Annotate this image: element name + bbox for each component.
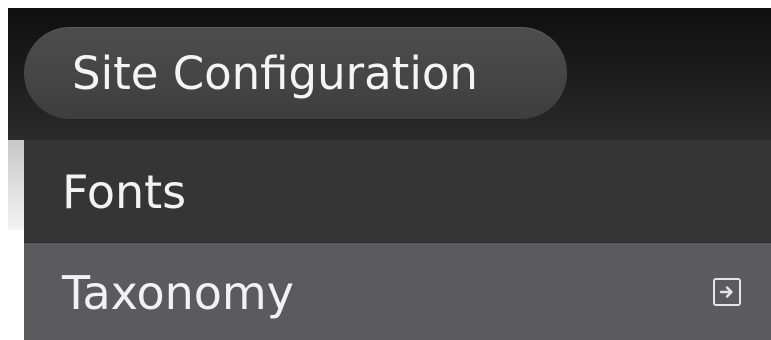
- site-configuration-panel: Site Configuration Fonts Taxonomy: [0, 0, 771, 340]
- menu-item-taxonomy[interactable]: Taxonomy: [24, 243, 771, 340]
- left-edge-strip: [0, 140, 24, 340]
- open-arrow-icon[interactable]: [713, 278, 741, 306]
- menu-item-label: Fonts: [62, 165, 187, 219]
- configuration-menu: Fonts Taxonomy: [24, 140, 771, 340]
- section-title: Site Configuration: [72, 47, 478, 100]
- menu-item-label: Taxonomy: [62, 266, 294, 320]
- menu-item-fonts[interactable]: Fonts: [24, 140, 771, 243]
